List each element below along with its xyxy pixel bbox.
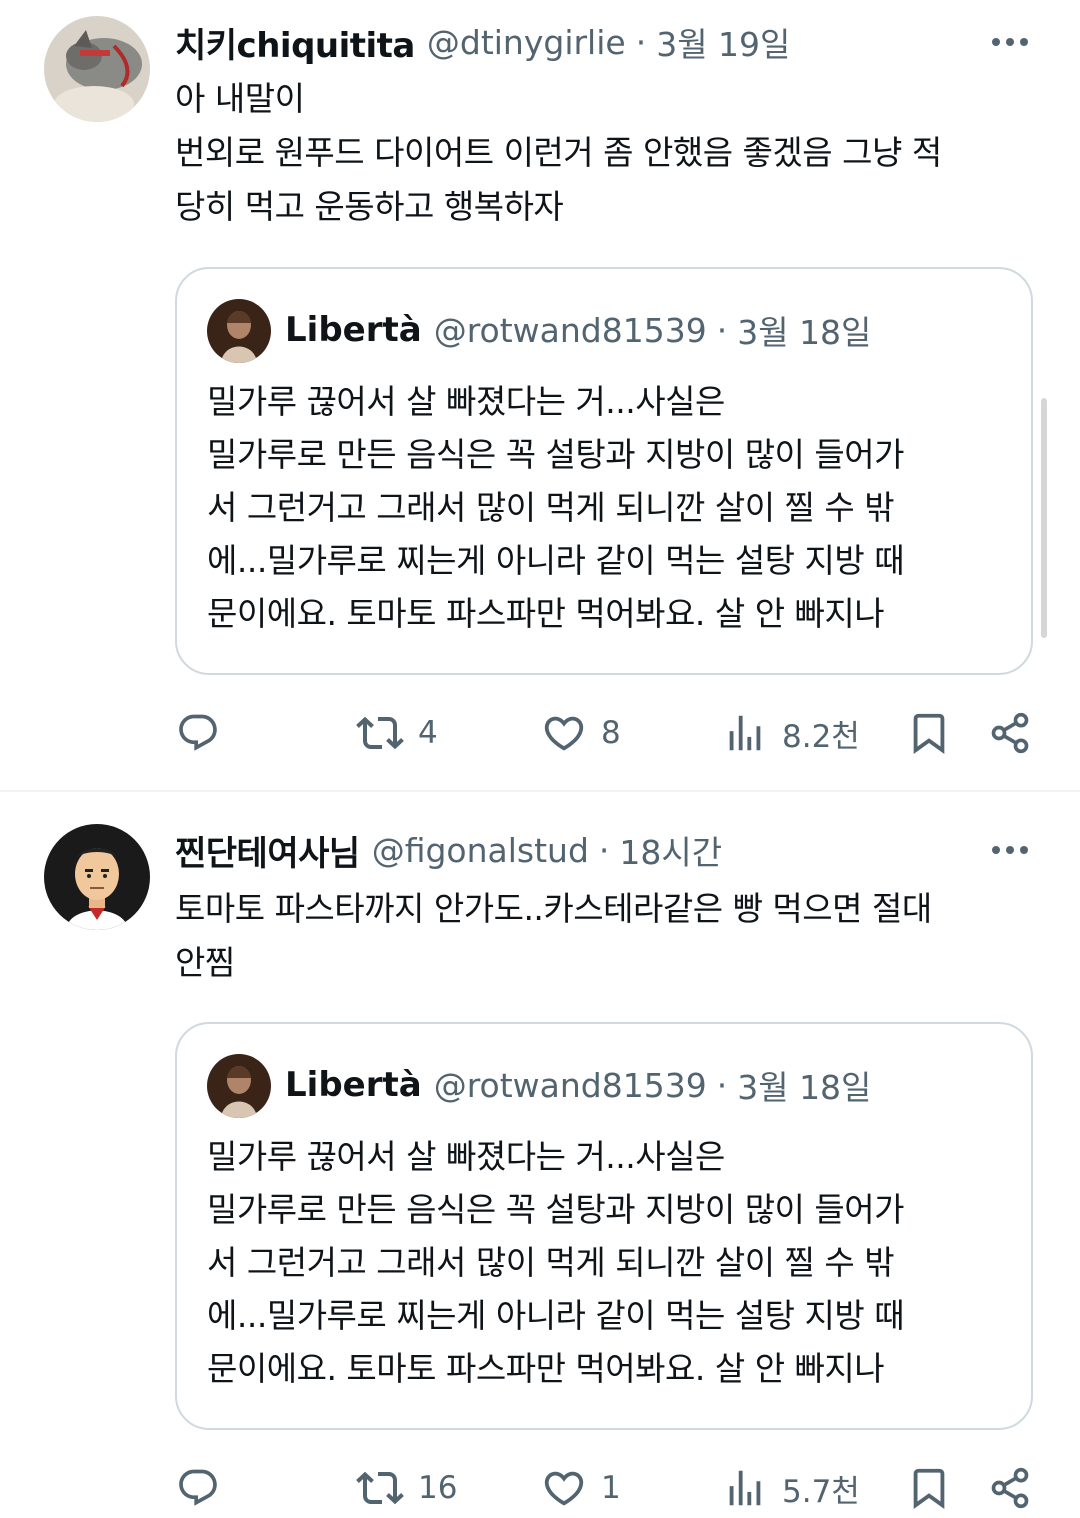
quoted-avatar: [207, 299, 271, 363]
like-count: 8: [601, 715, 621, 751]
like-button[interactable]: 1: [541, 1458, 621, 1518]
separator-dot: ·: [598, 830, 610, 870]
tweet-header: 찐단테여사님 @figonalstud · 18시간: [175, 825, 1040, 875]
retweet-icon: [356, 1471, 404, 1505]
reply-button[interactable]: [176, 703, 220, 763]
more-options-icon[interactable]: [988, 835, 1032, 865]
tweet-text-line: 당히 먹고 운동하고 행복하자: [175, 187, 564, 226]
quoted-tweet[interactable]: Libertà @rotwand81539 · 3월 18일 밀가루 끊어서 살…: [175, 1022, 1033, 1430]
heart-icon: [544, 716, 584, 751]
views-count: 8.2천: [782, 718, 860, 755]
action-bar: 16 1 5.7천: [0, 1458, 1080, 1518]
timestamp[interactable]: 18시간: [619, 826, 722, 874]
quoted-text-line: 에...밀가루로 찌는게 아니라 같이 먹는 설탕 지방 때: [207, 541, 905, 580]
quoted-text: 밀가루 끊어서 살 빠졌다는 거...사실은 밀가루로 만든 음식은 꼭 설탕과…: [207, 375, 1007, 640]
bookmark-icon: [913, 1468, 945, 1509]
timestamp[interactable]: 3월 19일: [656, 18, 790, 66]
retweet-count: 16: [418, 1470, 458, 1506]
more-options-icon[interactable]: [988, 27, 1032, 57]
quoted-text-line: 밀가루로 만든 음식은 꼭 설탕과 지방이 많이 들어가: [207, 435, 905, 474]
quoted-avatar: [207, 1054, 271, 1118]
quoted-text-line: 밀가루 끊어서 살 빠졌다는 거...사실은: [207, 382, 725, 421]
quoted-timestamp: 3월 18일: [737, 1068, 872, 1107]
scrollbar[interactable]: [1041, 398, 1047, 638]
views-icon: [729, 715, 761, 751]
avatar[interactable]: [44, 824, 150, 930]
quoted-text-line: 문이에요. 토마토 파스파만 먹어봐요. 살 안 빠지나: [207, 1349, 885, 1388]
share-icon: [991, 1467, 1029, 1509]
quoted-timestamp: 3월 18일: [737, 313, 872, 352]
action-bar: 4 8 8.2천: [0, 703, 1080, 763]
quoted-user-handle: @rotwand81539: [433, 310, 707, 350]
separator-dot: ·: [635, 22, 647, 62]
views-button[interactable]: 8.2천: [722, 703, 860, 763]
quoted-text-line: 밀가루 끊어서 살 빠졌다는 거...사실은: [207, 1137, 725, 1176]
tweet-text-line: 토마토 파스타까지 안가도..카스테라같은 빵 먹으면 절대: [175, 889, 932, 928]
quoted-text: 밀가루 끊어서 살 빠졌다는 거...사실은 밀가루로 만든 음식은 꼭 설탕과…: [207, 1130, 1007, 1395]
quoted-display-name: Libertà: [285, 1065, 422, 1105]
retweet-button[interactable]: 16: [356, 1458, 457, 1518]
quoted-header: Libertà @rotwand81539 · 3월 18일: [285, 305, 871, 355]
reply-icon: [179, 714, 217, 751]
share-button[interactable]: [988, 1458, 1032, 1518]
quoted-header: Libertà @rotwand81539 · 3월 18일: [285, 1060, 871, 1110]
avatar[interactable]: [44, 16, 150, 122]
retweet-icon: [356, 716, 404, 750]
quoted-user-handle: @rotwand81539: [433, 1065, 707, 1105]
display-name[interactable]: 찐단테여사님: [175, 826, 360, 875]
retweet-button[interactable]: 4: [356, 703, 438, 763]
tweet[interactable]: 치키chiquitita @dtinygirlie · 3월 19일 아 내말이…: [0, 0, 1080, 790]
quoted-text-line: 서 그런거고 그래서 많이 먹게 되니깐 살이 찔 수 밖: [207, 1243, 895, 1282]
user-handle[interactable]: @dtinygirlie: [427, 23, 626, 62]
quoted-text-line: 서 그런거고 그래서 많이 먹게 되니깐 살이 찔 수 밖: [207, 488, 895, 527]
quoted-text-line: 밀가루로 만든 음식은 꼭 설탕과 지방이 많이 들어가: [207, 1190, 905, 1229]
like-count: 1: [601, 1470, 621, 1506]
retweet-count: 4: [418, 715, 438, 751]
views-button[interactable]: 5.7천: [722, 1458, 860, 1518]
like-button[interactable]: 8: [541, 703, 621, 763]
share-icon: [991, 712, 1029, 754]
display-name[interactable]: 치키chiquitita: [175, 18, 415, 67]
bookmark-icon: [913, 713, 945, 754]
heart-icon: [544, 1471, 584, 1506]
share-button[interactable]: [988, 703, 1032, 763]
quoted-text-line: 에...밀가루로 찌는게 아니라 같이 먹는 설탕 지방 때: [207, 1296, 905, 1335]
quoted-text-line: 문이에요. 토마토 파스파만 먹어봐요. 살 안 빠지나: [207, 594, 885, 633]
reply-button[interactable]: [176, 1458, 220, 1518]
user-handle[interactable]: @figonalstud: [372, 831, 589, 870]
tweet-text-line: 아 내말이: [175, 79, 305, 118]
tweet-text-line: 안찜: [175, 943, 235, 982]
views-icon: [729, 1470, 761, 1506]
bookmark-button[interactable]: [906, 1458, 952, 1518]
reply-icon: [179, 1469, 217, 1506]
views-count: 5.7천: [782, 1473, 860, 1510]
quoted-display-name: Libertà: [285, 310, 422, 350]
separator-dot: ·: [716, 1065, 728, 1105]
tweet[interactable]: 찐단테여사님 @figonalstud · 18시간 토마토 파스타까지 안가도…: [0, 792, 1080, 1512]
tweet-header: 치키chiquitita @dtinygirlie · 3월 19일: [175, 17, 1040, 67]
tweet-text-line: 번외로 원푸드 다이어트 이런거 좀 안했음 좋겠음 그냥 적: [175, 133, 942, 172]
tweet-text: 아 내말이 번외로 원푸드 다이어트 이런거 좀 안했음 좋겠음 그냥 적 당히…: [175, 72, 1045, 234]
separator-dot: ·: [716, 310, 728, 350]
quoted-tweet[interactable]: Libertà @rotwand81539 · 3월 18일 밀가루 끊어서 살…: [175, 267, 1033, 675]
tweet-text: 토마토 파스타까지 안가도..카스테라같은 빵 먹으면 절대 안찜: [175, 882, 1045, 990]
bookmark-button[interactable]: [906, 703, 952, 763]
